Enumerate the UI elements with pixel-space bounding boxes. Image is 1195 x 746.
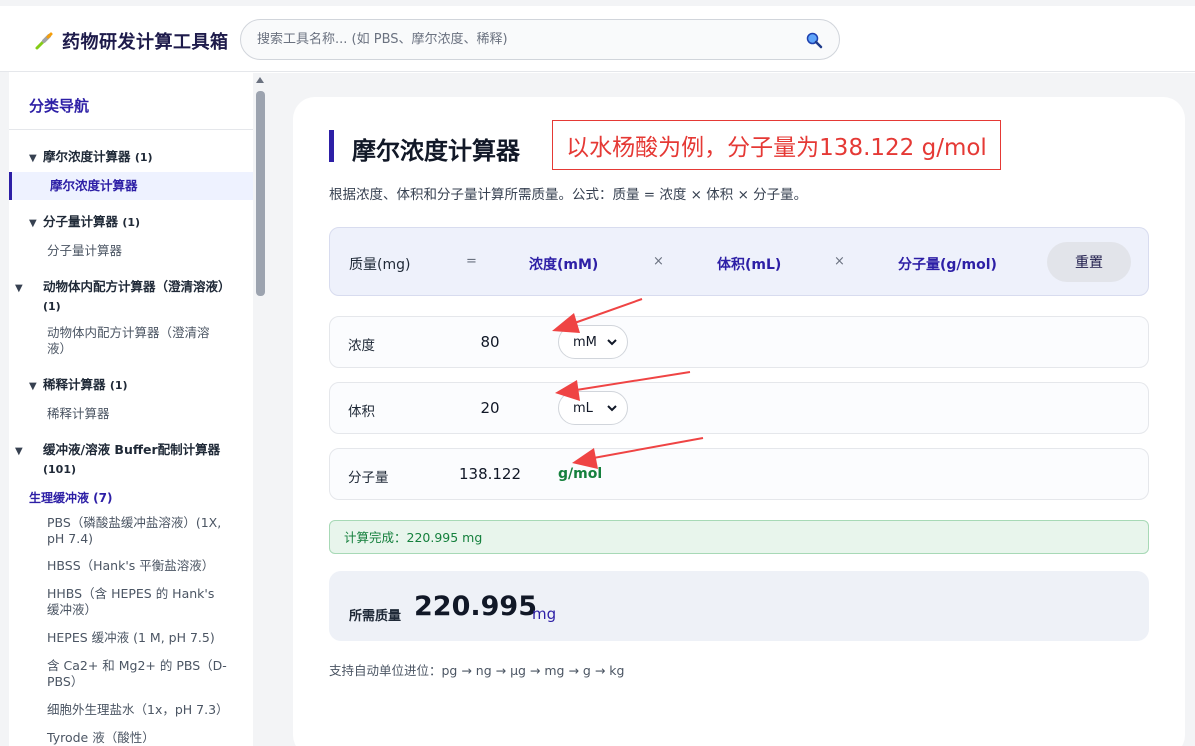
search-box[interactable] — [240, 19, 840, 60]
sidebar-item-dilution-calculator[interactable]: 稀释计算器 — [47, 406, 227, 422]
formula-times-2: × — [834, 254, 845, 269]
sidebar-group-buffer[interactable]: ▼ 缓冲液/溶液 Buffer配制计算器 (101) — [15, 441, 239, 478]
sidebar-item-molar-calculator[interactable]: 摩尔浓度计算器 — [9, 172, 253, 200]
sidebar-title: 分类导航 — [29, 97, 90, 115]
sidebar-group-dilution[interactable]: ▼ 稀释计算器 (1) — [29, 376, 239, 395]
sidebar-item-dpbs[interactable]: 含 Ca2+ 和 Mg2+ 的 PBS（D-PBS） — [47, 658, 227, 690]
formula-mass: 质量(mg) — [349, 257, 411, 273]
concentration-row: 浓度 80 mM — [329, 316, 1149, 368]
formula-concentration: 浓度(mM) — [529, 257, 599, 273]
group-label: 分子量计算器 — [43, 214, 119, 229]
group-label: 动物体内配方计算器（澄清溶液） — [43, 279, 231, 294]
concentration-unit-select[interactable]: mM — [558, 325, 628, 359]
result-label: 所需质量 — [349, 609, 402, 624]
mw-label: 分子量 — [348, 470, 389, 486]
concentration-label: 浓度 — [348, 338, 375, 354]
caret-down-icon: ▼ — [15, 446, 23, 457]
page-title: 摩尔浓度计算器 — [352, 137, 520, 165]
page-description: 根据浓度、体积和分子量计算所需质量。公式：质量 = 浓度 × 体积 × 分子量。 — [329, 187, 808, 203]
group-count: (1) — [134, 151, 153, 164]
formula-mw: 分子量(g/mol) — [898, 257, 997, 273]
mw-input[interactable]: 138.122 — [450, 465, 530, 483]
caret-down-icon: ▼ — [29, 381, 37, 392]
sidebar-group-mw[interactable]: ▼ 分子量计算器 (1) — [29, 213, 239, 232]
volume-unit-select[interactable]: mL — [558, 391, 628, 425]
title-accent-bar — [329, 130, 334, 162]
group-label: 摩尔浓度计算器 — [43, 149, 131, 164]
caret-down-icon: ▼ — [15, 283, 23, 294]
chevron-down-icon — [607, 405, 617, 412]
chevron-down-icon — [607, 339, 617, 346]
search-input[interactable] — [257, 32, 805, 47]
unit-footnote: 支持自动单位进位：pg → ng → µg → mg → g → kg — [329, 663, 625, 678]
status-message: 计算完成：220.995 mg — [329, 520, 1149, 554]
pipette-icon — [35, 32, 53, 50]
group-count: (101) — [43, 463, 77, 476]
scroll-up-icon[interactable] — [256, 77, 264, 83]
app-title: 药物研发计算工具箱 — [62, 32, 229, 53]
sidebar-item-mw-calculator[interactable]: 分子量计算器 — [47, 243, 227, 259]
search-icon[interactable] — [805, 31, 823, 49]
group-count: (1) — [122, 216, 141, 229]
formula-equals: = — [466, 254, 477, 269]
group-count: (1) — [43, 300, 61, 313]
caret-down-icon: ▼ — [29, 218, 37, 229]
group-count: (1) — [109, 379, 128, 392]
header-topline — [0, 0, 1195, 6]
sidebar-scrollbar[interactable] — [253, 73, 268, 746]
result-unit: mg — [532, 605, 557, 623]
sidebar-item-saline[interactable]: 细胞外生理盐水（1x，pH 7.3） — [47, 702, 229, 718]
formula-times-1: × — [653, 254, 664, 269]
result-value: 220.995 — [414, 591, 537, 622]
mw-row: 分子量 138.122 g/mol — [329, 448, 1149, 500]
sidebar-item-animal-calculator[interactable]: 动物体内配方计算器（澄清溶液） — [47, 325, 227, 357]
sidebar-item-hbss[interactable]: HBSS（Hank's 平衡盐溶液） — [47, 558, 227, 574]
reset-button[interactable]: 重置 — [1047, 242, 1131, 282]
result-panel: 所需质量 220.995 mg — [329, 571, 1149, 641]
volume-input[interactable]: 20 — [450, 399, 530, 417]
brand[interactable]: 药物研发计算工具箱 — [34, 28, 229, 54]
sidebar: 分类导航 ▼ 摩尔浓度计算器 (1) 摩尔浓度计算器 ▼ 分子量计算器 (1) 分子… — [9, 73, 253, 746]
sidebar-group-molar[interactable]: ▼ 摩尔浓度计算器 (1) — [29, 148, 239, 167]
sidebar-divider — [9, 129, 253, 130]
sidebar-subgroup-physio[interactable]: 生理缓冲液 (7) — [29, 489, 113, 506]
annotation-box: 以水杨酸为例，分子量为138.122 g/mol — [552, 120, 1001, 170]
caret-down-icon: ▼ — [29, 153, 37, 164]
group-label: 缓冲液/溶液 Buffer配制计算器 — [43, 442, 221, 457]
sidebar-item-hepes[interactable]: HEPES 缓冲液 (1 M, pH 7.5) — [47, 630, 227, 646]
sidebar-group-animal[interactable]: ▼ 动物体内配方计算器（澄清溶液） (1) — [15, 278, 239, 315]
formula-volume: 体积(mL) — [717, 257, 782, 273]
volume-row: 体积 20 mL — [329, 382, 1149, 434]
scroll-thumb[interactable] — [256, 91, 265, 296]
volume-unit: mL — [573, 400, 593, 416]
sidebar-item-hhbs[interactable]: HHBS（含 HEPES 的 Hank's 缓冲液） — [47, 586, 227, 618]
window-edge — [0, 0, 9, 746]
sidebar-item-pbs[interactable]: PBS（磷酸盐缓冲盐溶液）(1X, pH 7.4) — [47, 515, 227, 547]
volume-label: 体积 — [348, 404, 375, 420]
app-header: 药物研发计算工具箱 — [0, 0, 1195, 72]
concentration-input[interactable]: 80 — [450, 333, 530, 351]
formula-bar: 质量(mg) = 浓度(mM) × 体积(mL) × 分子量(g/mol) 重置 — [329, 227, 1149, 296]
concentration-unit: mM — [573, 334, 597, 350]
mw-unit: g/mol — [558, 466, 603, 482]
group-label: 稀释计算器 — [43, 377, 106, 392]
sidebar-item-tyrode[interactable]: Tyrode 液（酸性） — [47, 730, 227, 746]
